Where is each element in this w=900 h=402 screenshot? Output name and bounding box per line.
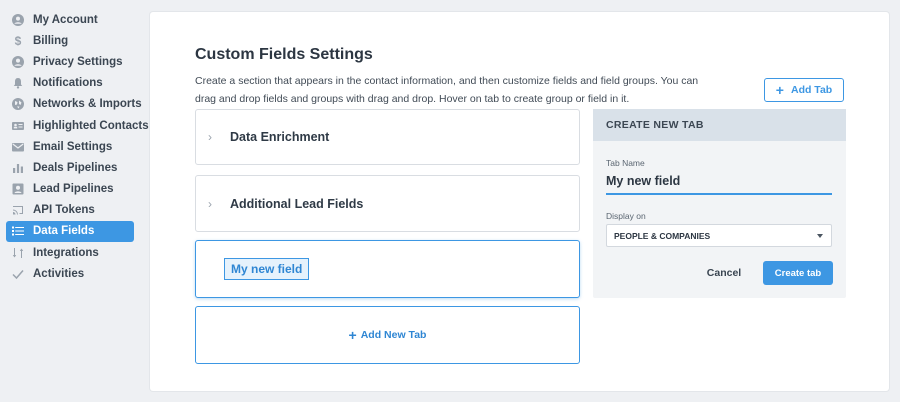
sidebar-item-label: Lead Pipelines bbox=[33, 183, 114, 196]
sidebar-item-activities[interactable]: Activities bbox=[6, 263, 134, 284]
id-card-icon bbox=[12, 183, 24, 195]
sidebar-item-highlighted-contacts[interactable]: Highlighted Contacts bbox=[6, 115, 149, 136]
sidebar-item-label: Privacy Settings bbox=[33, 55, 123, 68]
integrations-icon bbox=[12, 247, 24, 259]
panel-title: CREATE NEW TAB bbox=[593, 109, 846, 141]
add-new-tab-label: Add New Tab bbox=[360, 329, 427, 341]
page-title: Custom Fields Settings bbox=[195, 46, 373, 63]
bell-icon bbox=[12, 77, 24, 89]
sidebar-item-label: Integrations bbox=[33, 246, 99, 259]
sidebar-item-label: API Tokens bbox=[33, 204, 95, 217]
create-tab-button[interactable]: Create tab bbox=[763, 261, 833, 285]
cancel-button[interactable]: Cancel bbox=[699, 261, 749, 285]
sidebar-item-api-tokens[interactable]: API Tokens bbox=[6, 200, 134, 221]
sidebar-item-label: Deals Pipelines bbox=[33, 161, 118, 174]
tab-name-input[interactable] bbox=[606, 169, 832, 195]
sidebar-item-deals-pipelines[interactable]: Deals Pipelines bbox=[6, 157, 134, 178]
sidebar-item-label: Billing bbox=[33, 34, 69, 47]
sidebar-item-label: Notifications bbox=[33, 77, 103, 90]
check-icon bbox=[12, 268, 24, 280]
section-new-tab-preview[interactable]: My new field bbox=[195, 240, 580, 298]
settings-sidebar: My Account $ Billing Privacy Settings No… bbox=[0, 0, 149, 402]
sidebar-item-label: My Account bbox=[33, 13, 98, 26]
user-icon bbox=[12, 13, 24, 26]
create-new-tab-panel: CREATE NEW TAB Tab Name Display on PEOPL… bbox=[593, 109, 846, 298]
sidebar-item-data-fields[interactable]: Data Fields bbox=[6, 220, 134, 243]
envelope-icon bbox=[12, 141, 24, 153]
plus-icon: + bbox=[775, 82, 784, 98]
section-label: Data Enrichment bbox=[230, 130, 330, 144]
section-additional-lead-fields[interactable]: › Additional Lead Fields bbox=[195, 175, 580, 232]
sidebar-item-label: Activities bbox=[33, 267, 85, 280]
sidebar-item-my-account[interactable]: My Account bbox=[6, 9, 134, 30]
cast-icon bbox=[12, 204, 24, 216]
sidebar-item-label: Highlighted Contacts bbox=[33, 119, 149, 132]
globe-icon bbox=[12, 98, 24, 111]
user-icon bbox=[12, 55, 24, 68]
add-new-tab-area[interactable]: + Add New Tab bbox=[195, 306, 580, 364]
display-on-value: PEOPLE & COMPANIES bbox=[614, 230, 711, 241]
chevron-right-icon[interactable]: › bbox=[208, 197, 220, 211]
display-on-label: Display on bbox=[606, 211, 646, 221]
caret-down-icon bbox=[817, 234, 823, 238]
list-icon bbox=[12, 225, 24, 237]
custom-fields-card: Custom Fields Settings Create a section … bbox=[150, 12, 889, 391]
add-tab-label: Add Tab bbox=[790, 84, 833, 96]
sidebar-item-label: Networks & Imports bbox=[33, 98, 142, 111]
sidebar-item-lead-pipelines[interactable]: Lead Pipelines bbox=[6, 179, 134, 200]
tab-name-label: Tab Name bbox=[606, 158, 645, 168]
sidebar-item-privacy-settings[interactable]: Privacy Settings bbox=[6, 51, 134, 72]
sidebar-item-billing[interactable]: $ Billing bbox=[6, 30, 134, 51]
add-tab-button[interactable]: + Add Tab bbox=[764, 78, 844, 102]
contact-card-icon bbox=[12, 120, 24, 132]
sidebar-item-notifications[interactable]: Notifications bbox=[6, 73, 134, 94]
sidebar-item-label: Email Settings bbox=[33, 140, 113, 153]
sidebar-item-integrations[interactable]: Integrations bbox=[6, 242, 134, 263]
bar-chart-icon bbox=[12, 162, 24, 174]
chevron-right-icon[interactable]: › bbox=[208, 130, 220, 144]
sidebar-item-networks-imports[interactable]: Networks & Imports bbox=[6, 94, 142, 115]
sidebar-item-label: Data Fields bbox=[33, 225, 95, 238]
section-data-enrichment[interactable]: › Data Enrichment bbox=[195, 109, 580, 165]
section-label: Additional Lead Fields bbox=[230, 196, 364, 211]
display-on-select[interactable]: PEOPLE & COMPANIES bbox=[606, 224, 832, 247]
page-description: Create a section that appears in the con… bbox=[195, 75, 699, 105]
add-new-tab-link[interactable]: + Add New Tab bbox=[349, 328, 427, 342]
plus-icon: + bbox=[348, 327, 357, 343]
sidebar-item-email-settings[interactable]: Email Settings bbox=[6, 136, 134, 157]
new-tab-name-preview: My new field bbox=[224, 258, 310, 280]
dollar-icon: $ bbox=[14, 33, 22, 48]
